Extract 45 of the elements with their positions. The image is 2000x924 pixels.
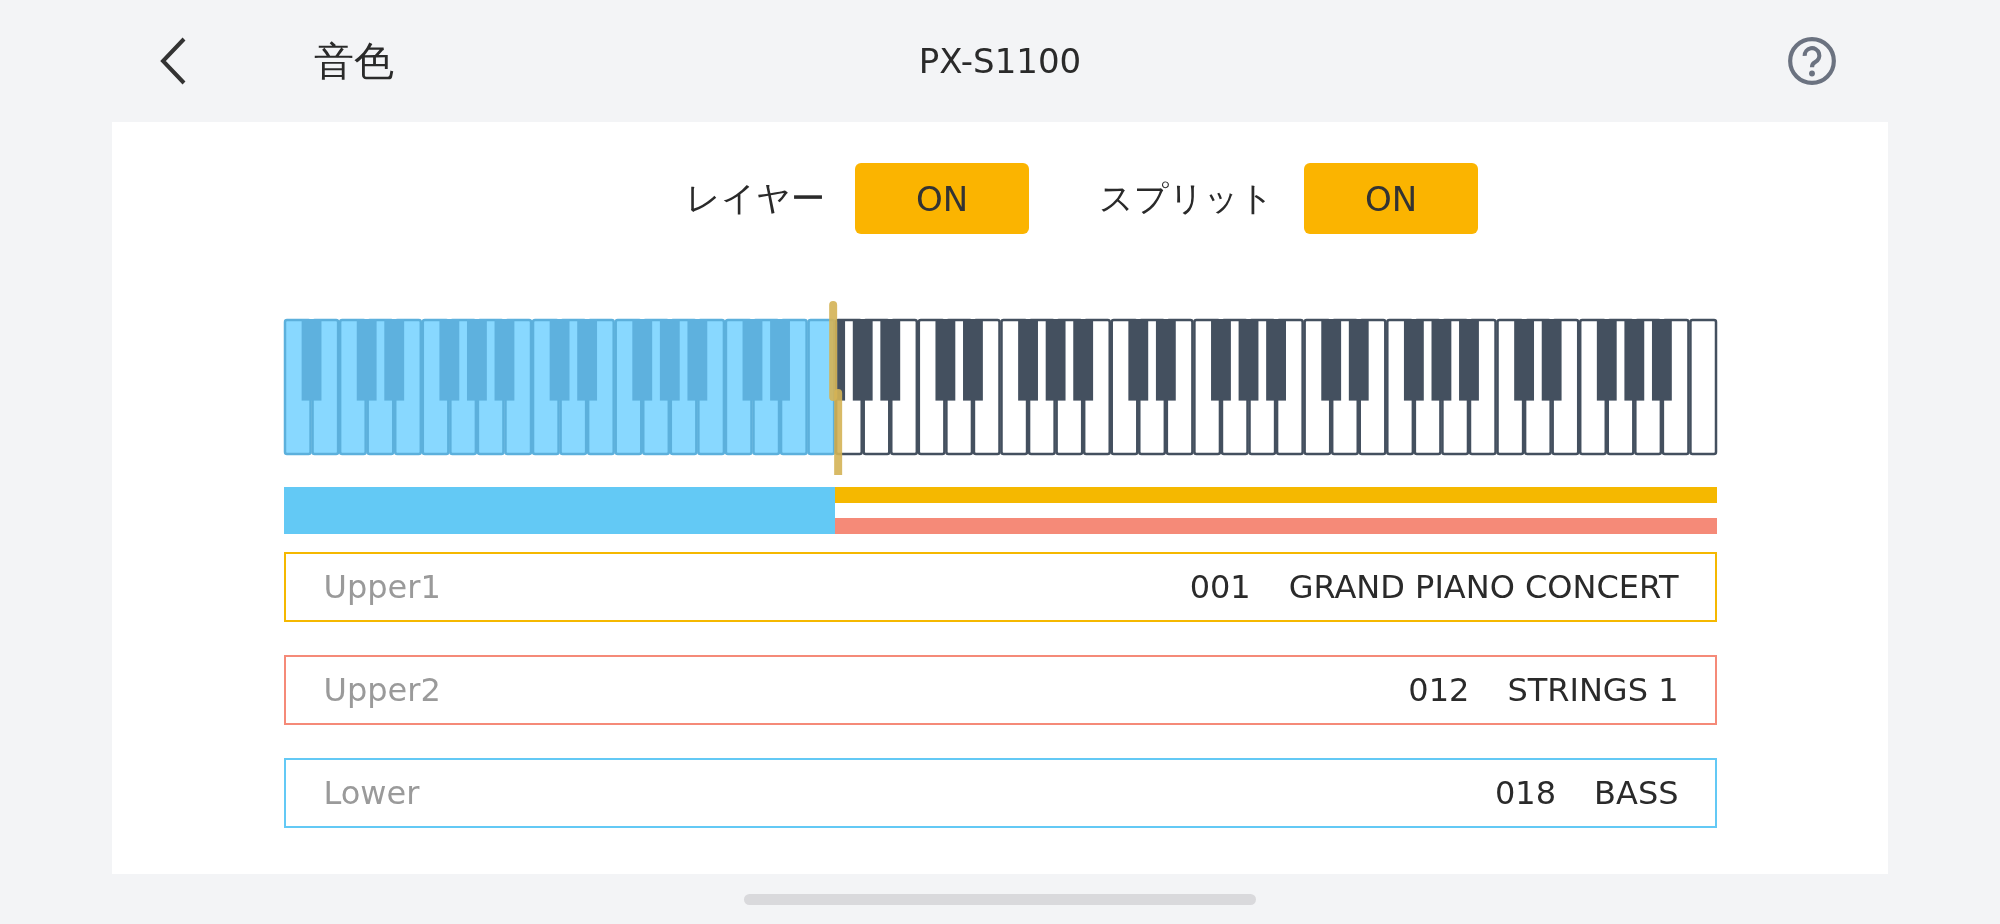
sharp-key[interactable]: [1458, 319, 1479, 401]
sharp-key[interactable]: [1320, 319, 1341, 401]
sharp-key[interactable]: [1348, 319, 1369, 401]
split-handle[interactable]: [828, 301, 842, 475]
sharp-key[interactable]: [1623, 319, 1644, 401]
sharp-key[interactable]: [1238, 319, 1258, 401]
tone-name: BASS: [1594, 774, 1679, 812]
sharp-key[interactable]: [1513, 319, 1534, 401]
toggle-button[interactable]: ON: [1304, 163, 1478, 234]
sharp-key[interactable]: [1210, 319, 1231, 401]
tone-number: 001: [1189, 568, 1251, 606]
sharp-key[interactable]: [962, 319, 983, 401]
part-row[interactable]: Upper1 001 GRAND PIANO CONCERT: [283, 552, 1717, 622]
sharp-key[interactable]: [1403, 319, 1424, 401]
tone-name: GRAND PIANO CONCERT: [1288, 568, 1679, 606]
sharp-key[interactable]: [1045, 319, 1066, 401]
sharp-key[interactable]: [1541, 319, 1562, 401]
help-icon[interactable]: [1786, 35, 1838, 87]
page-title: 音色: [314, 36, 394, 86]
part-row[interactable]: Upper2 012 STRINGS 1: [283, 655, 1717, 725]
back-icon[interactable]: [158, 36, 188, 86]
sharp-key[interactable]: [1596, 319, 1617, 401]
toggle-label: スプリット: [1099, 176, 1274, 220]
tone-number: 012: [1408, 671, 1470, 709]
tone-name: STRINGS 1: [1507, 671, 1679, 709]
sharp-key[interactable]: [1431, 319, 1451, 401]
sharp-key[interactable]: [1017, 319, 1038, 401]
sharp-key[interactable]: [1265, 319, 1286, 401]
sharp-key[interactable]: [879, 319, 900, 401]
sharp-key[interactable]: [852, 319, 873, 401]
sharp-key[interactable]: [1127, 319, 1148, 401]
tone-number: 018: [1494, 774, 1557, 812]
toggle-button[interactable]: ON: [855, 163, 1029, 234]
sharp-key[interactable]: [1155, 319, 1176, 401]
natural-key[interactable]: [1688, 318, 1717, 456]
part-name: Upper2: [323, 671, 441, 709]
sharp-key[interactable]: [1651, 319, 1672, 401]
sharp-key[interactable]: [934, 319, 955, 401]
part-name: Lower: [323, 774, 420, 812]
sharp-key[interactable]: [836, 319, 845, 401]
toggle-label: レイヤー: [686, 176, 825, 220]
device-name: PX-S1100: [917, 41, 1083, 81]
part-name: Upper1: [323, 568, 441, 606]
sharp-key[interactable]: [1072, 319, 1093, 401]
part-row[interactable]: Lower 018 BASS: [283, 758, 1717, 828]
